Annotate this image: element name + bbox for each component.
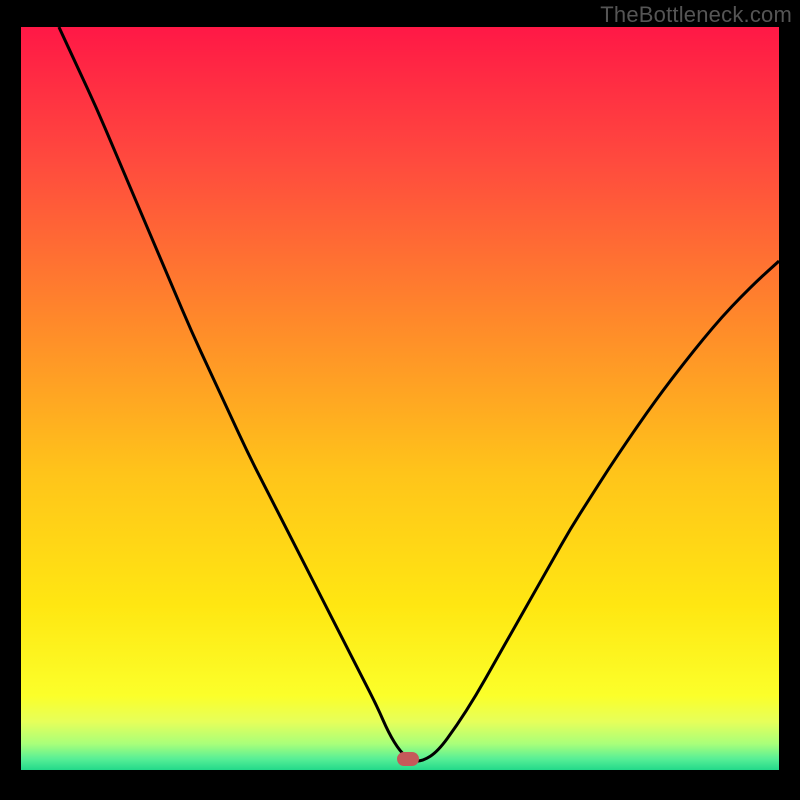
chart-frame: TheBottleneck.com <box>0 0 800 800</box>
bottleneck-chart <box>21 27 779 770</box>
plot-area <box>21 27 779 770</box>
watermark-text: TheBottleneck.com <box>600 2 792 28</box>
gradient-background <box>21 27 779 770</box>
optimal-marker <box>397 752 419 766</box>
